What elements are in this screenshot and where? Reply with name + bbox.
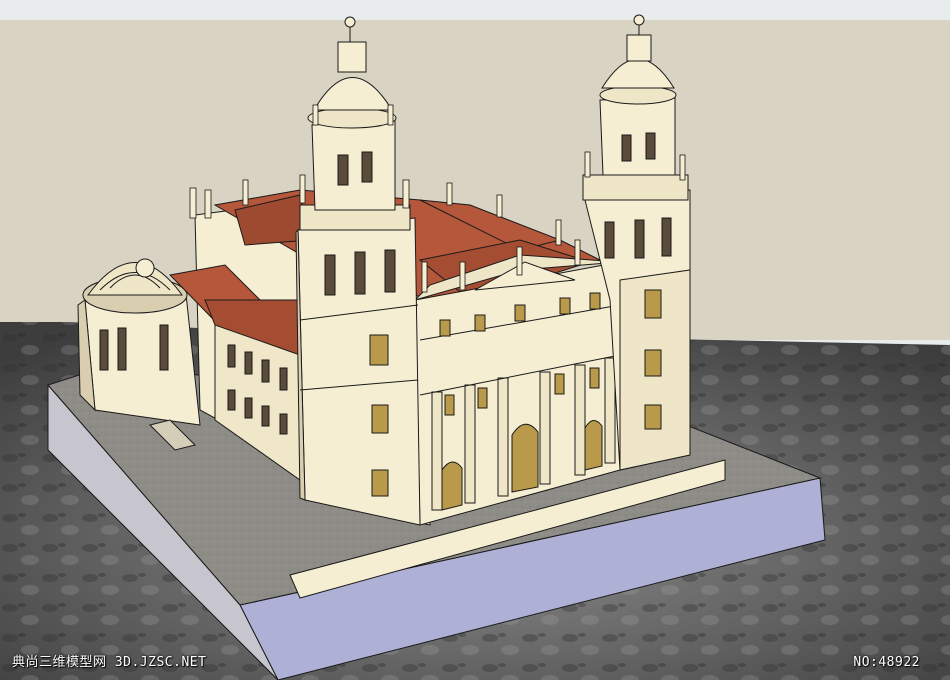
sketchup-viewport bbox=[0, 0, 950, 680]
site-watermark: 典尚三维模型网 3D.JZSC.NET bbox=[12, 655, 207, 670]
toolbar-strip bbox=[0, 0, 950, 20]
portal-right bbox=[584, 420, 603, 471]
portal-center bbox=[511, 423, 539, 493]
portal-left bbox=[441, 461, 463, 511]
model-number-watermark: NO:48922 bbox=[853, 655, 920, 670]
